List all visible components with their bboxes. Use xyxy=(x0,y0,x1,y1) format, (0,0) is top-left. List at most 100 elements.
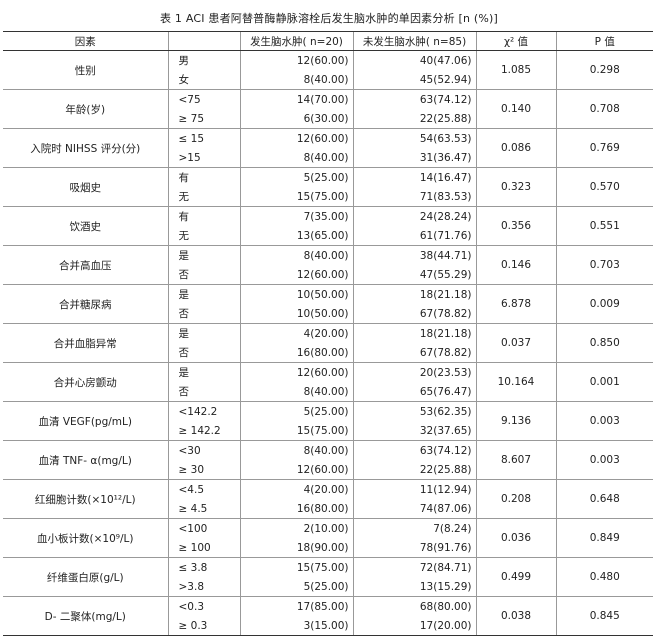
level-value-2: 否 xyxy=(178,346,190,359)
edema-yes-cell: 4(20.00) 16(80.00) xyxy=(239,479,353,519)
level-value-1: 是 xyxy=(178,327,190,340)
edema-no-value-2: 31(36.47) xyxy=(419,151,472,164)
edema-no-cell: 54(63.53) 31(36.47) xyxy=(352,128,476,168)
edema-yes-cell: 8(40.00) 12(60.00) xyxy=(239,440,353,480)
table-row: 合并心房颤动是否 12(60.00) 8(40.00) 20(23.53) 65(76.… xyxy=(3,362,653,402)
level-value-2: 否 xyxy=(178,268,190,281)
edema-no-cell: 18(21.18) 67(78.82) xyxy=(352,323,476,363)
header-p: P 值 xyxy=(555,31,653,51)
chi2-cell: 10.164 xyxy=(475,362,556,402)
p-value-cell: 0.003 xyxy=(555,440,653,480)
edema-yes-value-2: 8(40.00) xyxy=(303,151,349,164)
chi2-cell: 8.607 xyxy=(475,440,556,480)
edema-no-value-1: 24(28.24) xyxy=(419,210,472,223)
factor-cell: 血清 TNF- α(mg/L) xyxy=(3,440,168,480)
edema-no-value-1: 40(47.06) xyxy=(419,54,472,67)
level-value-1: 有 xyxy=(178,171,190,184)
edema-yes-value-2: 18(90.00) xyxy=(296,541,349,554)
edema-yes-cell: 2(10.00) 18(90.00) xyxy=(239,518,353,558)
level-value-1: ≤ 15 xyxy=(178,132,205,145)
p-value-cell: 0.648 xyxy=(555,479,653,519)
level-value-2: ≥ 142.2 xyxy=(178,424,221,437)
edema-no-value-2: 13(15.29) xyxy=(419,580,472,593)
level-value-2: 否 xyxy=(178,307,190,320)
edema-no-value-1: 53(62.35) xyxy=(419,405,472,418)
edema-yes-cell: 5(25.00) 15(75.00) xyxy=(239,167,353,207)
p-value-cell: 0.708 xyxy=(555,89,653,129)
edema-no-value-2: 22(25.88) xyxy=(419,112,472,125)
edema-no-value-1: 63(74.12) xyxy=(419,444,472,457)
factor-cell: 红细胞计数(×10¹²/L) xyxy=(3,479,168,519)
level-value-1: <75 xyxy=(178,93,201,106)
factor-cell: 合并高血压 xyxy=(3,245,168,285)
factor-cell: 入院时 NIHSS 评分(分) xyxy=(3,128,168,168)
level-cell: <75 ≥ 75 xyxy=(167,89,240,129)
table-row: 吸烟史有无 5(25.00) 15(75.00) 14(16.47) 71(83.53)… xyxy=(3,167,653,207)
edema-yes-value-1: 14(70.00) xyxy=(296,93,349,106)
edema-yes-value-1: 12(60.00) xyxy=(296,54,349,67)
edema-yes-value-1: 7(35.00) xyxy=(303,210,349,223)
edema-no-value-2: 74(87.06) xyxy=(419,502,472,515)
chi2-cell: 0.356 xyxy=(475,206,556,246)
edema-no-value-2: 61(71.76) xyxy=(419,229,472,242)
edema-yes-value-1: 12(60.00) xyxy=(296,132,349,145)
edema-yes-value-2: 3(15.00) xyxy=(303,619,349,632)
edema-no-cell: 40(47.06) 45(52.94) xyxy=(352,50,476,90)
edema-no-value-2: 47(55.29) xyxy=(419,268,472,281)
edema-yes-cell: 15(75.00) 5(25.00) xyxy=(239,557,353,597)
table-row: 血清 TNF- α(mg/L) <30 ≥ 30 8(40.00) 12(60.00) 6… xyxy=(3,440,653,480)
edema-yes-value-1: 2(10.00) xyxy=(303,522,349,535)
level-value-2: 否 xyxy=(178,385,190,398)
edema-yes-value-2: 12(60.00) xyxy=(296,268,349,281)
edema-yes-cell: 12(60.00) 8(40.00) xyxy=(239,50,353,90)
edema-no-value-2: 17(20.00) xyxy=(419,619,472,632)
edema-no-cell: 20(23.53) 65(76.47) xyxy=(352,362,476,402)
edema-yes-value-1: 17(85.00) xyxy=(296,600,349,613)
edema-yes-value-1: 4(20.00) xyxy=(303,483,349,496)
edema-yes-cell: 5(25.00) 15(75.00) xyxy=(239,401,353,441)
edema-yes-cell: 12(60.00) 8(40.00) xyxy=(239,128,353,168)
level-cell: <142.2 ≥ 142.2 xyxy=(167,401,240,441)
edema-no-cell: 14(16.47) 71(83.53) xyxy=(352,167,476,207)
chi2-cell: 0.038 xyxy=(475,596,556,636)
header-edema-no: 未发生脑水肿( n=85) xyxy=(352,31,476,51)
level-cell: 有无 xyxy=(167,206,240,246)
edema-yes-value-1: 12(60.00) xyxy=(296,366,349,379)
level-cell: ≤ 15 >15 xyxy=(167,128,240,168)
edema-no-cell: 63(74.12) 22(25.88) xyxy=(352,440,476,480)
factor-cell: 合并心房颤动 xyxy=(3,362,168,402)
edema-yes-cell: 8(40.00) 12(60.00) xyxy=(239,245,353,285)
factor-cell: 血清 VEGF(pg/mL) xyxy=(3,401,168,441)
edema-yes-value-2: 6(30.00) xyxy=(303,112,349,125)
p-value-cell: 0.845 xyxy=(555,596,653,636)
table-row: 纤维蛋白原(g/L) ≤ 3.8 >3.8 15(75.00) 5(25.00) 72(8… xyxy=(3,557,653,597)
univariate-analysis-table: 因素 发生脑水肿( n=20) 未发生脑水肿( n=85) χ² 值 P 值 性… xyxy=(3,31,653,636)
edema-yes-value-1: 4(20.00) xyxy=(303,327,349,340)
edema-yes-value-2: 10(50.00) xyxy=(296,307,349,320)
edema-no-value-2: 65(76.47) xyxy=(419,385,472,398)
table-row: 合并高血压是否 8(40.00) 12(60.00) 38(44.71) 47(55.2… xyxy=(3,245,653,285)
edema-no-value-1: 18(21.18) xyxy=(419,327,472,340)
edema-yes-value-2: 16(80.00) xyxy=(296,346,349,359)
edema-no-value-1: 11(12.94) xyxy=(419,483,472,496)
level-value-1: <100 xyxy=(178,522,208,535)
level-value-1: <30 xyxy=(178,444,201,457)
p-value-cell: 0.480 xyxy=(555,557,653,597)
edema-no-value-2: 78(91.76) xyxy=(419,541,472,554)
table-row: 入院时 NIHSS 评分(分) ≤ 15 >15 12(60.00) 8(40.00) 5… xyxy=(3,128,653,168)
edema-no-cell: 11(12.94) 74(87.06) xyxy=(352,479,476,519)
level-value-2: ≥ 100 xyxy=(178,541,211,554)
edema-no-cell: 72(84.71) 13(15.29) xyxy=(352,557,476,597)
level-cell: ≤ 3.8 >3.8 xyxy=(167,557,240,597)
edema-yes-value-2: 8(40.00) xyxy=(303,385,349,398)
table-row: 合并血脂异常是否 4(20.00) 16(80.00) 18(21.18) 67(78.… xyxy=(3,323,653,363)
edema-no-value-2: 45(52.94) xyxy=(419,73,472,86)
edema-no-value-1: 72(84.71) xyxy=(419,561,472,574)
edema-no-cell: 24(28.24) 61(71.76) xyxy=(352,206,476,246)
edema-no-value-2: 32(37.65) xyxy=(419,424,472,437)
level-value-1: <142.2 xyxy=(178,405,218,418)
edema-no-value-1: 54(63.53) xyxy=(419,132,472,145)
level-value-1: 有 xyxy=(178,210,190,223)
level-value-1: ≤ 3.8 xyxy=(178,561,208,574)
edema-yes-cell: 12(60.00) 8(40.00) xyxy=(239,362,353,402)
